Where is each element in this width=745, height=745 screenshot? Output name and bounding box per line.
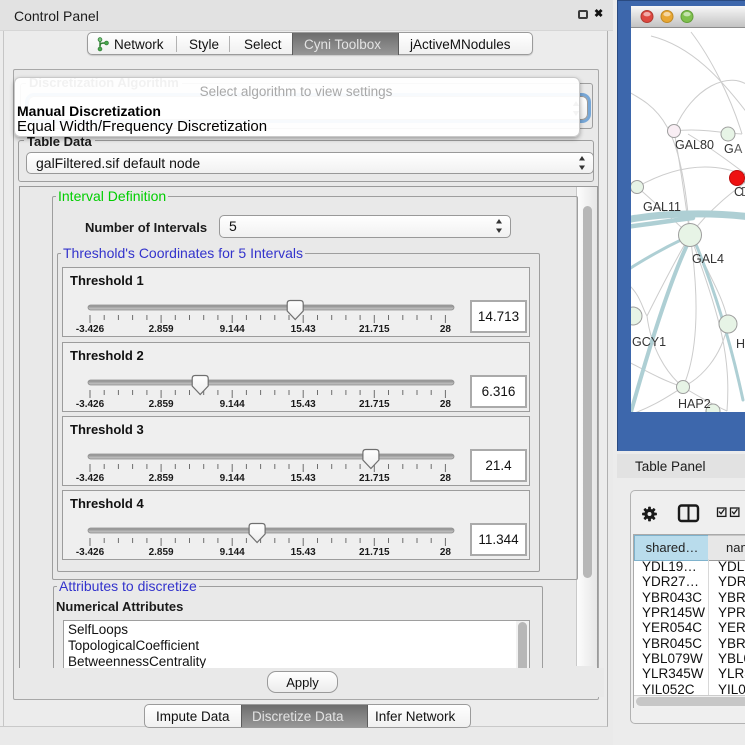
svg-text:H: H: [736, 337, 745, 351]
svg-text:D: D: [741, 185, 745, 199]
svg-text:GAL80: GAL80: [675, 138, 714, 152]
svg-text:GCY1: GCY1: [632, 335, 666, 349]
svg-text:HAP2: HAP2: [678, 397, 711, 411]
svg-text:A: A: [734, 142, 743, 156]
svg-text:GAL4: GAL4: [692, 252, 724, 266]
svg-text:G: G: [724, 142, 734, 156]
svg-text:GAL11: GAL11: [643, 200, 681, 214]
